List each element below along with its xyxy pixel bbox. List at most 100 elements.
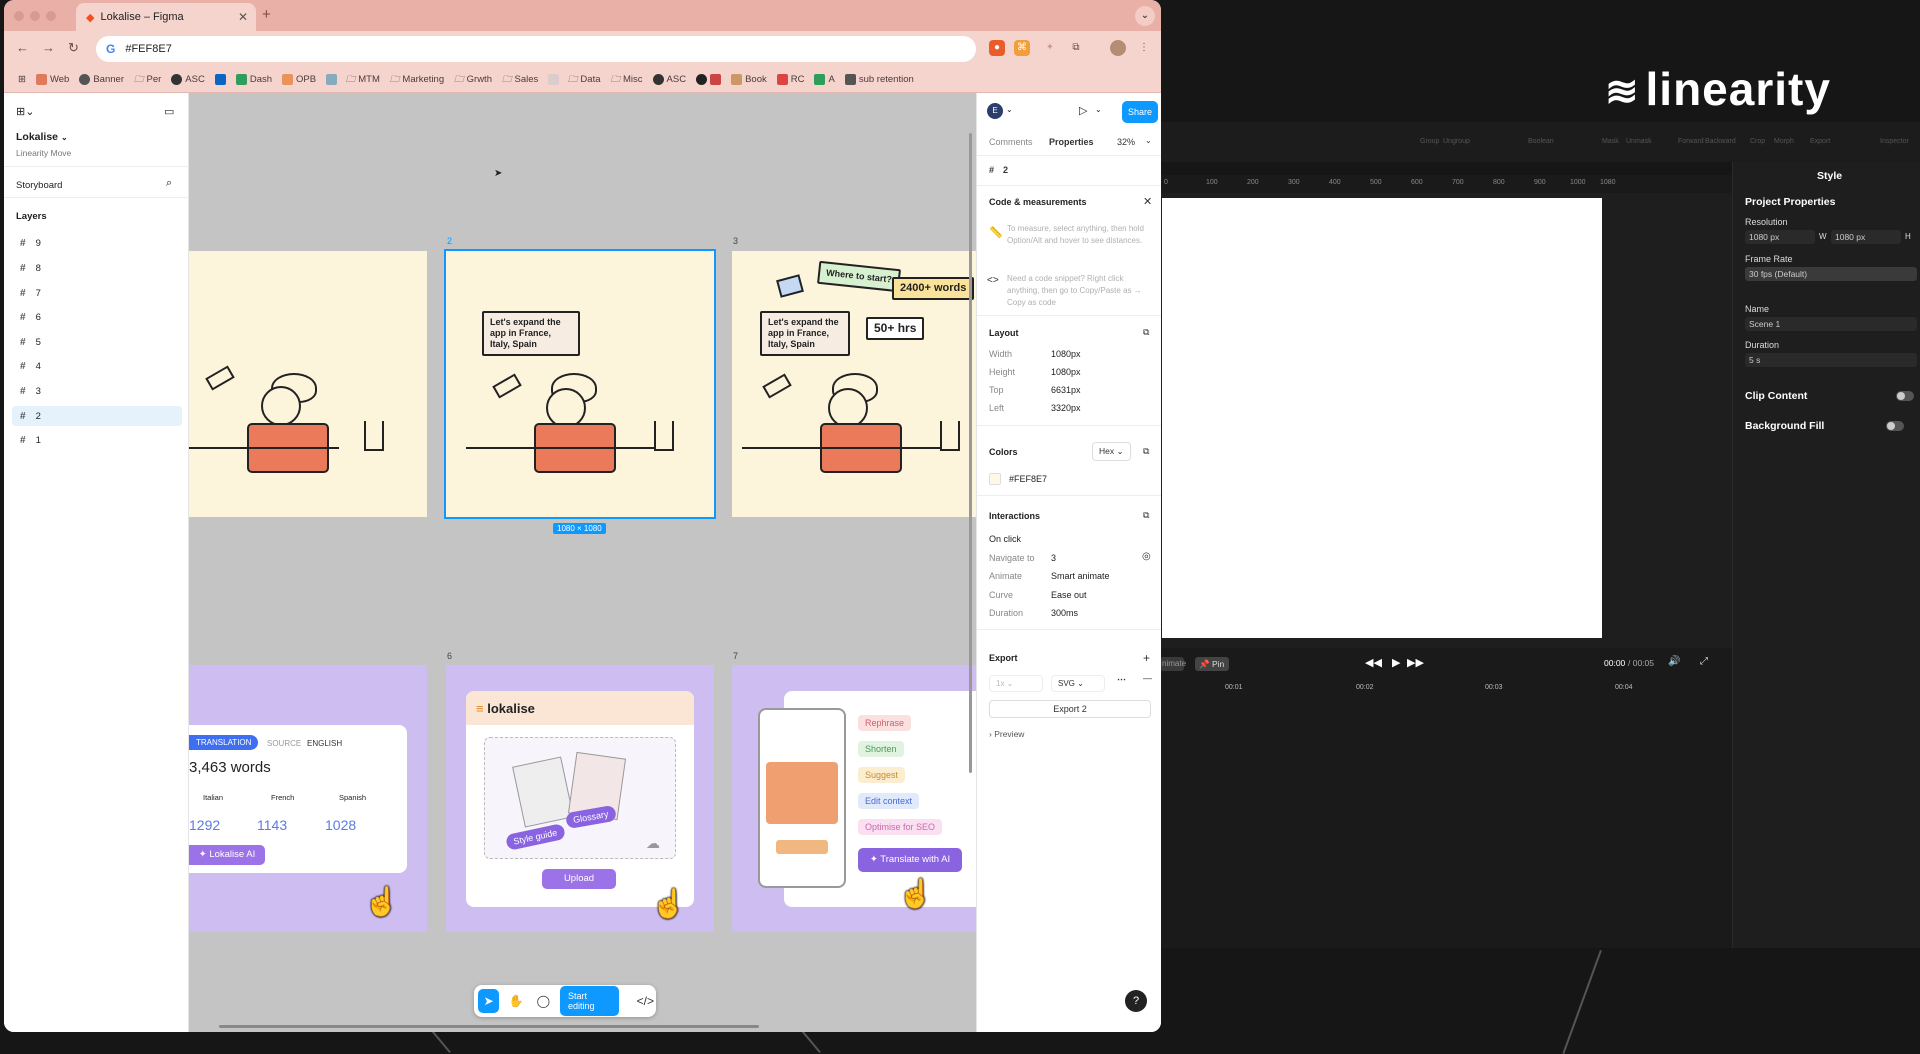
color-format-select[interactable]: Hex ⌄ xyxy=(1092,442,1131,461)
remove-export-icon[interactable]: — xyxy=(1143,673,1152,683)
resolution-width-field[interactable]: 1080 px xyxy=(1745,230,1815,244)
layer-item[interactable]: #8 xyxy=(12,258,182,278)
chevron-down-icon[interactable]: ⌄ xyxy=(1095,105,1102,114)
chevron-down-icon[interactable]: ⌄ xyxy=(1006,105,1013,114)
tool-unmask[interactable]: Unmask xyxy=(1626,138,1652,145)
tool-export[interactable]: Export xyxy=(1810,138,1830,145)
bookmark[interactable] xyxy=(696,74,722,85)
resolution-height-field[interactable]: 1080 px xyxy=(1831,230,1901,244)
search-icon[interactable]: ⌕ xyxy=(166,177,172,190)
comment-tool-icon[interactable]: ◯ xyxy=(533,989,554,1013)
tool-mask[interactable]: Mask xyxy=(1602,138,1619,145)
copy-icon[interactable]: ⧉ xyxy=(1143,510,1149,521)
export-format-select[interactable]: SVG ⌄ xyxy=(1051,675,1105,692)
rewind-icon[interactable]: ◀◀ xyxy=(1365,656,1382,669)
extension-icon[interactable]: ⌘ xyxy=(1014,40,1030,56)
frame-6[interactable]: ≡ lokalise Glossary Style guide ☁ Upload… xyxy=(446,665,714,932)
forward-icon[interactable]: → xyxy=(42,40,55,55)
frame-1[interactable] xyxy=(189,251,427,517)
share-button[interactable]: Share xyxy=(1122,101,1158,123)
export-scale-select[interactable]: 1x ⌄ xyxy=(989,675,1043,692)
frame-7[interactable]: Rephrase Shorten Suggest Edit context Op… xyxy=(732,665,976,932)
target-icon[interactable]: ◎ xyxy=(1142,551,1151,562)
bookmark[interactable]: Web xyxy=(35,74,69,85)
tab-comments[interactable]: Comments xyxy=(989,137,1033,147)
browser-menu-icon[interactable]: ⋮ xyxy=(1136,40,1152,56)
address-bar[interactable]: G #FEF8E7 xyxy=(96,36,976,62)
close-window-icon[interactable] xyxy=(14,11,24,21)
forward-icon[interactable]: ▶▶ xyxy=(1407,656,1424,669)
frame-5[interactable]: TRANSLATION SOURCE ENGLISH 3,463 words I… xyxy=(189,665,427,932)
linearity-artboard[interactable] xyxy=(1162,198,1602,638)
copy-icon[interactable]: ⧉ xyxy=(1143,327,1149,338)
tab-properties[interactable]: Properties xyxy=(1049,137,1094,147)
duration-field[interactable]: 5 s xyxy=(1745,353,1917,367)
puzzle-icon[interactable]: ⧉ xyxy=(1068,40,1084,56)
bookmark[interactable]: Dash xyxy=(235,74,272,85)
bookmark-folder[interactable]: 🗀 Marketing xyxy=(390,72,444,88)
tool-forward[interactable]: Forward xyxy=(1678,138,1704,145)
bookmark-folder[interactable]: 🗀 Misc xyxy=(611,72,643,88)
minimize-window-icon[interactable] xyxy=(30,11,40,21)
bookmark[interactable]: in xyxy=(214,74,226,85)
help-button[interactable]: ? xyxy=(1125,990,1147,1012)
start-editing-button[interactable]: Start editing xyxy=(559,986,619,1016)
tool-ungroup[interactable]: Ungroup xyxy=(1443,138,1470,145)
figma-menu-icon[interactable]: ⊞⌄ xyxy=(16,105,34,118)
bookmark[interactable]: RC xyxy=(776,74,804,85)
volume-icon[interactable]: 🔊 xyxy=(1668,656,1680,667)
more-icon[interactable]: ⋯ xyxy=(1117,674,1126,685)
tool-morph[interactable]: Morph xyxy=(1774,138,1794,145)
tool-inspector[interactable]: Inspector xyxy=(1880,138,1909,145)
layer-item[interactable]: #4 xyxy=(12,356,182,376)
browser-tab[interactable]: ◆ Lokalise – Figma ✕ xyxy=(76,3,256,31)
bookmark-folder[interactable]: 🗀 MTM xyxy=(326,72,380,88)
export-button[interactable]: Export 2 xyxy=(989,700,1151,718)
dev-mode-icon[interactable]: </> xyxy=(635,989,656,1013)
bookmark[interactable]: ASC xyxy=(171,74,205,85)
clip-content-toggle[interactable] xyxy=(1896,391,1914,401)
hand-tool-icon[interactable]: ✋ xyxy=(505,989,526,1013)
bookmark[interactable]: Banner xyxy=(79,74,124,85)
layer-item[interactable]: #3 xyxy=(12,381,182,401)
animate-button[interactable]: nimate xyxy=(1160,657,1186,671)
background-fill-toggle[interactable] xyxy=(1886,421,1904,431)
bookmark-folder[interactable]: 🗀 Data xyxy=(548,72,601,88)
tool-group[interactable]: Group xyxy=(1420,138,1439,145)
preview-toggle[interactable]: › Preview xyxy=(989,729,1024,739)
frame-2[interactable]: Let's expand the app in France, Italy, S… xyxy=(444,249,716,519)
layer-item[interactable]: #5 xyxy=(12,332,182,352)
tab-search-icon[interactable]: ⌄ xyxy=(1135,6,1155,26)
play-icon[interactable]: ▶ xyxy=(1392,656,1400,669)
bookmark[interactable]: ASC xyxy=(652,74,686,85)
apps-icon[interactable]: ⊞ xyxy=(18,74,26,85)
vertical-scrollbar[interactable] xyxy=(969,133,972,773)
extension-icon[interactable]: ● xyxy=(989,40,1005,56)
tool-crop[interactable]: Crop xyxy=(1750,138,1765,145)
extension-icon[interactable]: ✦ xyxy=(1042,40,1058,56)
bookmark[interactable]: Book xyxy=(731,74,767,85)
new-tab-icon[interactable]: + xyxy=(262,6,271,23)
move-tool-icon[interactable]: ➤ xyxy=(478,989,500,1013)
file-name[interactable]: Lokalise ⌄ xyxy=(16,131,68,143)
bookmark[interactable]: A xyxy=(814,74,835,85)
layer-item[interactable]: #6 xyxy=(12,307,182,327)
figma-canvas[interactable]: ➤ 2 Let's expand the app in France, Ital… xyxy=(189,93,976,1032)
close-tab-icon[interactable]: ✕ xyxy=(238,10,248,24)
page-selector[interactable]: Storyboard xyxy=(16,180,62,191)
profile-avatar[interactable] xyxy=(1110,40,1126,56)
color-value[interactable]: #FEF8E7 xyxy=(1009,474,1047,484)
bookmark-folder[interactable]: 🗀 Grwth xyxy=(454,72,492,88)
bookmark-folder[interactable]: 🗀 Per xyxy=(134,72,161,88)
bookmark[interactable]: sub retention xyxy=(844,74,914,85)
layer-item[interactable]: #7 xyxy=(12,283,182,303)
layer-item-selected[interactable]: #2 xyxy=(12,406,182,426)
close-icon[interactable]: ✕ xyxy=(1143,195,1152,208)
scene-name-field[interactable]: Scene 1 xyxy=(1745,317,1917,331)
tool-backward[interactable]: Backward xyxy=(1705,138,1736,145)
add-export-icon[interactable]: + xyxy=(1143,651,1150,665)
pin-button[interactable]: 📌 Pin xyxy=(1195,657,1229,671)
avatar[interactable]: E xyxy=(987,103,1003,119)
present-icon[interactable]: ▷ xyxy=(1079,104,1087,117)
horizontal-scrollbar[interactable] xyxy=(219,1025,759,1028)
